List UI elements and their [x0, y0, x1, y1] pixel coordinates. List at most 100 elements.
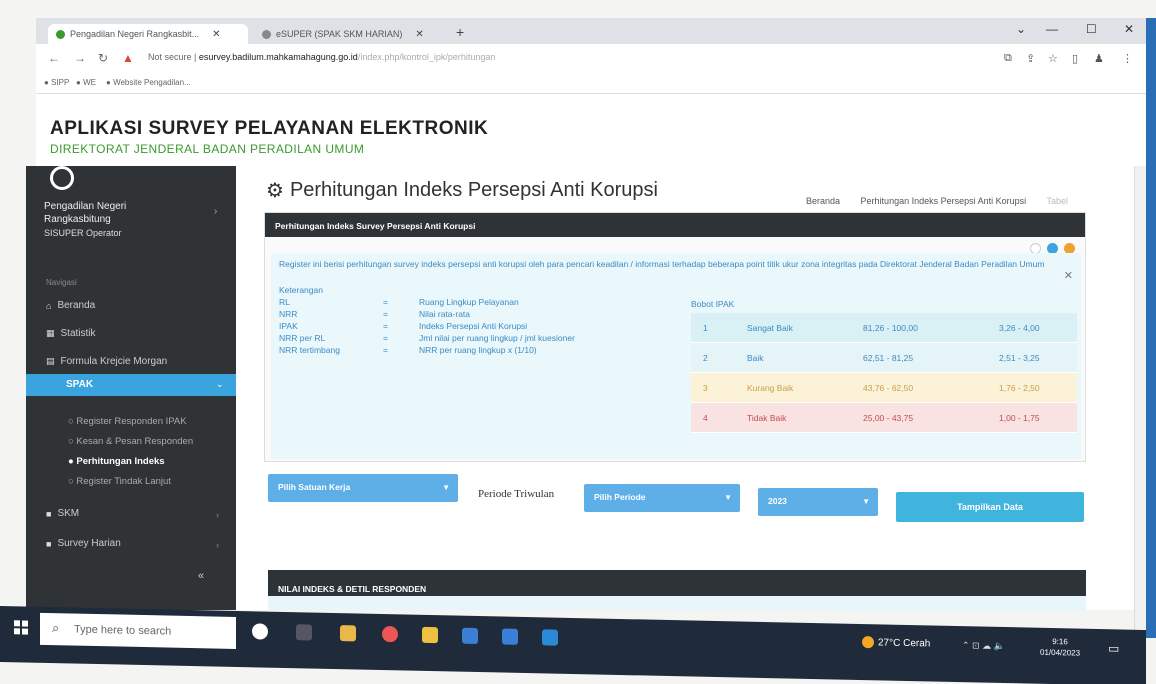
sidepanel-icon[interactable]: ▯: [1072, 52, 1078, 65]
gear-icon: ⚙: [266, 180, 284, 202]
close-tab-icon[interactable]: ✕: [212, 29, 220, 40]
year-select-label: 2023: [768, 496, 787, 506]
notification-icon[interactable]: ▭: [1108, 641, 1119, 655]
satker-select[interactable]: Pilih Satuan Kerja ▼: [268, 474, 458, 502]
sidebar-item-label: Statistik: [60, 328, 96, 339]
app-header: APLIKASI SURVEY PELAYANAN ELEKTRONIK DIR…: [36, 94, 1146, 166]
taskbar: ⌕ Type here to search 27°C Cerah ⌃ ⊡ ☁ 🔈…: [0, 606, 1146, 684]
close-window-icon[interactable]: ✕: [1124, 22, 1134, 36]
site-favicon-icon: [56, 29, 65, 39]
breadcrumb-current: Perhitungan Indeks Persepsi Anti Korupsi: [860, 196, 1027, 206]
tab-search-icon[interactable]: ⌄: [1016, 22, 1026, 36]
task-view-icon[interactable]: [296, 624, 312, 641]
browser-tab-1[interactable]: Pengadilan Negeri Rangkasbit... ✕: [48, 24, 248, 44]
back-icon[interactable]: ←: [48, 51, 60, 65]
collapse-sidebar-icon[interactable]: «: [198, 570, 204, 582]
sidebar-item-survey-harian[interactable]: ■ Survey Harian: [46, 538, 121, 549]
close-tab-icon[interactable]: ✕: [415, 29, 423, 40]
app-icon[interactable]: [502, 628, 518, 645]
address-bar: ← → ↻ ▲ Not secure | esurvey.badilum.mah…: [36, 44, 1146, 72]
windows-start-icon[interactable]: [14, 620, 28, 635]
keterangan-row: NRR tertimbang = NRR per ruang lingkup x (…: [279, 345, 537, 355]
sidebar-item-skm[interactable]: ■ SKM: [46, 508, 79, 519]
github-favicon-icon: [262, 29, 271, 39]
tampilkan-data-button[interactable]: Tampilkan Data: [896, 492, 1084, 522]
breadcrumb-beranda[interactable]: Beranda: [806, 196, 840, 206]
close-icon[interactable]: ✕: [1064, 269, 1073, 282]
new-tab-icon[interactable]: +: [456, 24, 464, 40]
chevron-right-icon: ›: [216, 540, 219, 550]
breadcrumb-tabel: Tabel: [1046, 196, 1069, 206]
forward-icon[interactable]: →: [74, 51, 86, 65]
translate-icon[interactable]: ⧉: [1004, 52, 1012, 65]
filter-row: Pilih Satuan Kerja ▼ Periode Triwulan Pi…: [264, 466, 1086, 546]
bookmark-website[interactable]: ● Website Pengadilan...: [106, 78, 191, 87]
share-icon[interactable]: ⇪: [1026, 52, 1035, 65]
url-field[interactable]: Not secure | esurvey.badilum.mahkamahagu…: [148, 52, 495, 62]
reload-icon[interactable]: ↻: [98, 51, 108, 65]
url-host: esurvey.badilum.mahkamahagung.go.id: [198, 52, 358, 62]
sidebar-subitem-register-responden[interactable]: ○ Register Responden IPAK: [68, 416, 187, 427]
bookmark-star-icon[interactable]: ☆: [1048, 52, 1058, 65]
bobot-row: 4 Tidak Baik 25,00 - 43,75 1,00 - 1,75: [691, 403, 1077, 433]
bookmark-we[interactable]: ● WE: [76, 78, 96, 87]
sidebar-item-label: Formula Krejcie Morgan: [60, 356, 168, 367]
minimize-icon[interactable]: —: [1046, 22, 1058, 36]
mail-icon[interactable]: [462, 627, 478, 645]
app-subtitle: DIREKTORAT JENDERAL BADAN PERADILAN UMUM: [50, 142, 365, 156]
year-select[interactable]: 2023 ▼: [758, 488, 878, 516]
taskbar-search-input[interactable]: ⌕ Type here to search: [40, 612, 236, 649]
periode-select[interactable]: Pilih Periode ▼: [584, 484, 740, 512]
app-title: APLIKASI SURVEY PELAYANAN ELEKTRONIK: [50, 118, 489, 139]
sun-icon: [862, 636, 874, 649]
sidebar-subitem-tindak-lanjut[interactable]: ○ Register Tindak Lanjut: [68, 476, 171, 487]
bobot-table: 1 Sangat Baik 81,26 - 100,00 3,26 - 4,00…: [691, 313, 1077, 433]
sidebar-item-label: Beranda: [57, 300, 96, 311]
sidebar-item-spak[interactable]: [26, 374, 236, 396]
home-icon: ⌂: [46, 300, 52, 311]
user-name[interactable]: Pengadilan Negeri Rangkasbitung: [44, 200, 126, 226]
clock-time: 9:16: [1052, 637, 1068, 647]
menu-icon[interactable]: ⋮: [1122, 52, 1133, 65]
sidebar-subitem-kesan-pesan[interactable]: ○ Kesan & Pesan Responden: [68, 436, 193, 447]
bobot-title: Bobot IPAK: [691, 299, 735, 309]
bookmark-sipp[interactable]: ● SIPP: [44, 78, 69, 87]
store-icon[interactable]: [422, 626, 438, 644]
chart-icon: ▦: [46, 328, 55, 338]
weather-widget[interactable]: 27°C Cerah: [862, 636, 930, 649]
sidebar-subitem-perhitungan[interactable]: ● Perhitungan Indeks: [68, 456, 165, 467]
calculator-icon: ▤: [46, 356, 55, 366]
page-scrollbar[interactable]: [1134, 166, 1146, 636]
main-content: ⚙ Perhitungan Indeks Persepsi Anti Korup…: [236, 166, 1134, 610]
info-note: Register ini berisi perhitungan survey i…: [279, 259, 1045, 269]
sidebar-item-label: Survey Harian: [57, 538, 121, 549]
taskbar-clock[interactable]: 9:16 01/04/2023: [1040, 636, 1080, 659]
chevron-right-icon: ›: [214, 206, 218, 217]
file-explorer-icon[interactable]: [340, 625, 356, 642]
info-callout: Register ini berisi perhitungan survey i…: [271, 253, 1081, 459]
maximize-icon[interactable]: ☐: [1086, 22, 1097, 36]
extension-icon[interactable]: ♟: [1094, 52, 1104, 65]
edge-icon[interactable]: [542, 629, 558, 646]
page-title: ⚙ Perhitungan Indeks Persepsi Anti Korup…: [266, 178, 658, 203]
window-edge: [1146, 18, 1156, 638]
search-icon: ⌕: [52, 620, 60, 636]
user-name-line2: Rangkasbitung: [44, 214, 111, 225]
system-tray-icons[interactable]: ⌃ ⊡ ☁ 🔈: [962, 640, 1005, 652]
security-label: Not secure: [148, 52, 192, 62]
warning-icon: ▲: [122, 51, 134, 65]
weather-text: 27°C Cerah: [878, 636, 931, 649]
caret-down-icon: ▼: [724, 493, 732, 502]
sidebar-item-beranda[interactable]: ⌂ Beranda: [46, 300, 95, 311]
breadcrumb: Beranda Perhitungan Indeks Persepsi Anti…: [806, 196, 1086, 206]
satker-select-label: Pilih Satuan Kerja: [278, 482, 351, 492]
chevron-down-icon: ⌄: [216, 379, 224, 389]
keterangan-row: NRR = Nilai rata-rata: [279, 309, 471, 319]
user-name-line1: Pengadilan Negeri: [44, 201, 127, 212]
chrome-icon[interactable]: [382, 626, 398, 643]
results-body: [268, 596, 1086, 610]
sidebar-item-formula[interactable]: ▤ Formula Krejcie Morgan: [46, 356, 167, 367]
bing-icon[interactable]: [252, 623, 268, 640]
sidebar-item-statistik[interactable]: ▦ Statistik: [46, 328, 96, 339]
browser-tab-2[interactable]: eSUPER (SPAK SKM HARIAN) ✕: [254, 24, 444, 44]
